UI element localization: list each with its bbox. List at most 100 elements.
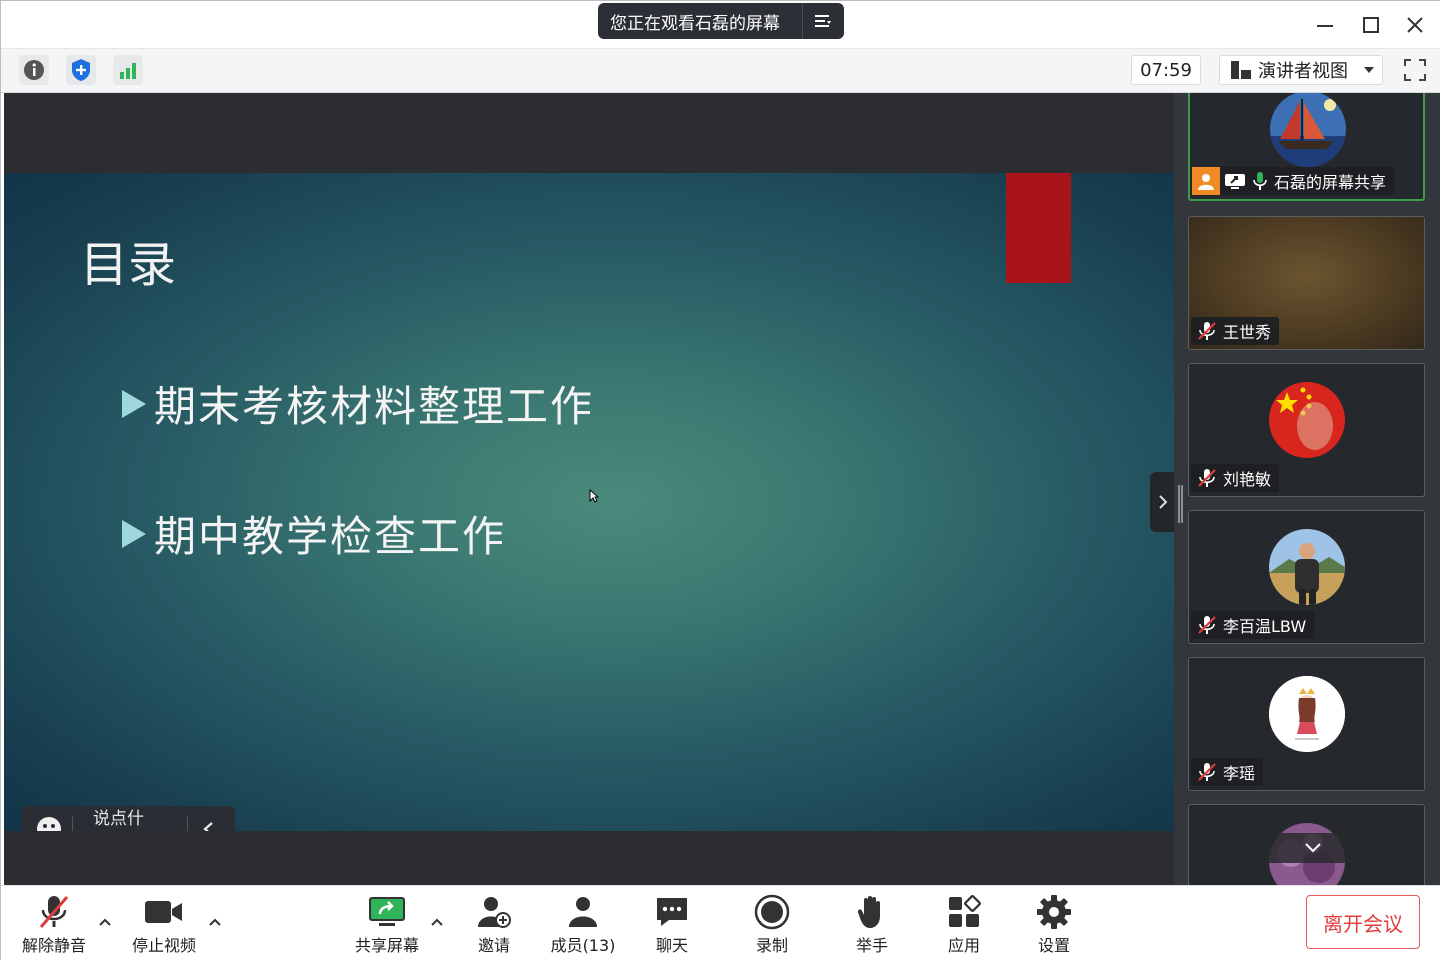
share-screen-icon: [368, 892, 406, 932]
slide-title: 目录: [80, 237, 177, 293]
participant-namebar: 王世秀: [1191, 317, 1280, 345]
say-box-divider: [72, 815, 73, 831]
avatar: [1269, 382, 1345, 458]
participant-name: 李瑶: [1223, 764, 1256, 783]
participant-name: 刘艳敏: [1223, 470, 1272, 489]
participant-tile[interactable]: 王世秀: [1188, 216, 1425, 350]
participant-name: 李百温LBW: [1223, 617, 1307, 636]
audio-options-caret[interactable]: [95, 912, 115, 932]
slide-bullet: 期中教学检查工作: [122, 503, 506, 564]
video-options-caret[interactable]: [205, 912, 225, 932]
record-button[interactable]: 录制: [747, 892, 797, 958]
muted-microphone-icon: [1197, 321, 1217, 341]
share-options-caret[interactable]: [427, 912, 447, 932]
chat-icon: [655, 892, 689, 932]
participant-tile[interactable]: 石磊的屏幕共享: [1188, 93, 1425, 201]
raise-hand-label: 举手: [855, 936, 888, 955]
muted-microphone-icon: [1197, 762, 1217, 782]
share-screen-label: 共享屏幕: [354, 936, 419, 955]
participant-namebar: 石磊的屏幕共享: [1192, 167, 1395, 195]
chevron-down-icon: [1364, 66, 1374, 74]
add-user-icon: [476, 892, 512, 932]
raise-hand-icon: [857, 892, 887, 932]
view-mode-dropdown[interactable]: 演讲者视图: [1219, 55, 1383, 85]
chevron-up-icon: [99, 918, 111, 926]
share-screen-button[interactable]: 共享屏幕: [351, 892, 423, 958]
say-something-box[interactable]: 说点什么...: [22, 806, 235, 831]
apps-label: 应用: [947, 936, 980, 955]
invite-label: 邀请: [477, 936, 510, 955]
viewing-screen-text: 您正在观看石磊的屏幕: [610, 13, 780, 34]
stop-video-button[interactable]: 停止视频: [129, 892, 199, 958]
avatar: [1269, 676, 1345, 752]
avatar: [1270, 93, 1346, 167]
emoji-icon[interactable]: [36, 816, 62, 831]
unmute-label: 解除静音: [21, 936, 86, 955]
chevron-left-icon[interactable]: [202, 821, 214, 831]
title-bar: 您正在观看石磊的屏幕: [1, 1, 1440, 49]
mouse-cursor-icon: [589, 488, 600, 507]
slide-bullet-text: 期末考核材料整理工作: [154, 382, 595, 431]
layout-icon: [1230, 60, 1252, 80]
minimize-icon[interactable]: [1305, 9, 1345, 41]
scroll-down-button[interactable]: [1259, 833, 1367, 863]
stop-video-label: 停止视频: [131, 936, 196, 955]
settings-label: 设置: [1037, 936, 1070, 955]
muted-microphone-icon: [38, 892, 70, 932]
settings-button[interactable]: 设置: [1029, 892, 1079, 958]
participant-name: 王世秀: [1223, 323, 1272, 342]
view-mode-label: 演讲者视图: [1258, 61, 1348, 82]
slide-bullet: 期末考核材料整理工作: [122, 373, 594, 434]
apps-button[interactable]: 应用: [939, 892, 989, 958]
members-label: 成员(13): [550, 936, 616, 955]
signal-bars-icon[interactable]: [113, 55, 143, 85]
microphone-icon: [1252, 171, 1268, 191]
record-icon: [754, 892, 790, 932]
meeting-timer: 07:59: [1131, 55, 1201, 85]
chevron-down-icon: [1305, 843, 1321, 853]
participant-namebar: 刘艳敏: [1191, 464, 1280, 492]
participant-tile[interactable]: 刘艳敏: [1188, 363, 1425, 497]
bullet-triangle-icon: [122, 519, 146, 548]
info-icon[interactable]: [19, 55, 49, 85]
maximize-icon[interactable]: [1351, 9, 1391, 41]
members-button[interactable]: 成员(13): [547, 892, 619, 958]
presentation-slide: 目录 期末考核材料整理工作 期中教学检查工作 说点什么...: [4, 173, 1174, 831]
participant-tile[interactable]: 李瑶: [1188, 657, 1425, 791]
video-camera-icon: [144, 892, 184, 932]
panel-resize-handle[interactable]: [1178, 485, 1183, 523]
participant-gallery: 石磊的屏幕共享 王世秀 刘艳敏 李百温LBW 李瑶: [1174, 93, 1440, 885]
say-something-input[interactable]: 说点什么...: [93, 804, 177, 832]
bullet-triangle-icon: [122, 389, 146, 418]
participant-namebar: 李瑶: [1191, 758, 1264, 786]
apps-grid-icon: [947, 892, 981, 932]
close-icon[interactable]: [1395, 9, 1435, 41]
participant-tile[interactable]: 李百温LBW: [1188, 510, 1425, 644]
avatar: [1269, 529, 1345, 605]
meeting-info-bar: 07:59 演讲者视图: [1, 49, 1440, 93]
list-menu-icon[interactable]: [803, 3, 843, 39]
meeting-window: 您正在观看石磊的屏幕 07:59 演讲者视图 目录 期末考核材料整理工作 期中教…: [0, 0, 1440, 961]
participant-name: 石磊的屏幕共享: [1274, 173, 1387, 192]
viewing-screen-pill[interactable]: 您正在观看石磊的屏幕: [598, 3, 844, 39]
raise-hand-button[interactable]: 举手: [847, 892, 897, 958]
collapse-panel-button[interactable]: [1150, 472, 1176, 532]
chevron-right-icon: [1159, 495, 1168, 509]
fullscreen-icon[interactable]: [1399, 55, 1431, 85]
members-icon: [565, 892, 601, 932]
muted-microphone-icon: [1197, 615, 1217, 635]
slide-red-decoration: [1006, 173, 1071, 283]
leave-meeting-button[interactable]: 离开会议: [1306, 895, 1420, 949]
participant-tile[interactable]: [1188, 804, 1425, 885]
say-box-divider: [187, 815, 188, 831]
muted-microphone-icon: [1197, 468, 1217, 488]
unmute-button[interactable]: 解除静音: [19, 892, 89, 958]
screen-share-icon: [1224, 172, 1246, 190]
participant-namebar: 李百温LBW: [1191, 611, 1315, 639]
chat-label: 聊天: [655, 936, 688, 955]
invite-button[interactable]: 邀请: [469, 892, 519, 958]
shield-icon[interactable]: [66, 55, 96, 85]
chat-button[interactable]: 聊天: [647, 892, 697, 958]
chevron-up-icon: [209, 918, 221, 926]
gear-icon: [1036, 892, 1072, 932]
